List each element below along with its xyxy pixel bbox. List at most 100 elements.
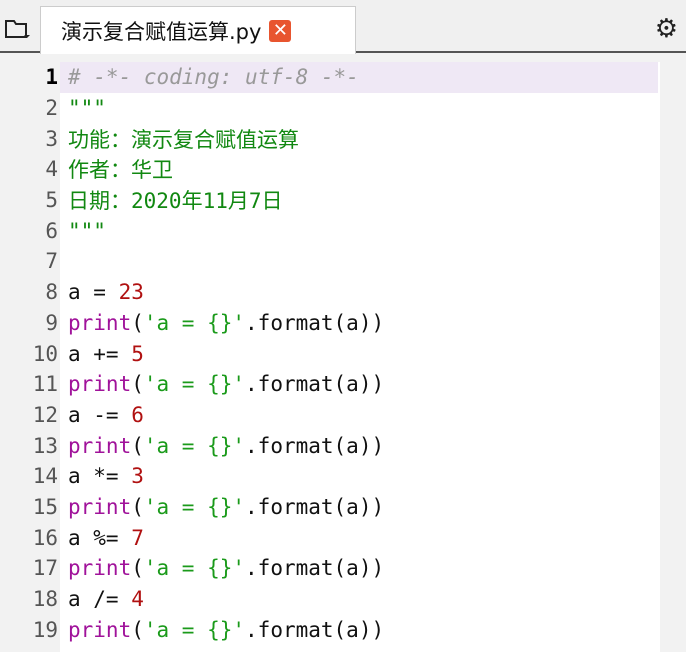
code-token: """ bbox=[68, 218, 106, 243]
line-code: print('a = {}' .format(a)) bbox=[60, 492, 658, 523]
code-token: a -= bbox=[68, 402, 132, 427]
code-line[interactable]: 9 print('a = {}' .format(a)) bbox=[0, 308, 686, 339]
code-token: .format(a)) bbox=[245, 494, 385, 519]
code-line[interactable]: 14 a *= 3 bbox=[0, 461, 686, 492]
code-line[interactable]: 8a = 23 bbox=[0, 277, 686, 308]
folder-icon[interactable] bbox=[4, 18, 30, 40]
code-token: a /= bbox=[68, 587, 132, 612]
code-line[interactable]: 10 a += 5 bbox=[0, 338, 686, 369]
code-token: ( bbox=[131, 433, 144, 458]
line-number: 6 bbox=[45, 218, 58, 243]
code-token: ( bbox=[131, 310, 144, 335]
code-line[interactable]: 11 print('a = {}' .format(a)) bbox=[0, 369, 686, 400]
tab-label: 演示复合赋值运算.py bbox=[61, 19, 262, 44]
gear-icon[interactable]: ⚙ bbox=[655, 14, 678, 44]
code-token: a *= bbox=[68, 464, 132, 489]
code-token: .format(a)) bbox=[245, 556, 385, 581]
line-code: """ bbox=[60, 93, 658, 124]
code-token: 23 bbox=[118, 280, 144, 305]
line-code: """ bbox=[60, 215, 658, 246]
line-number: 16 bbox=[32, 525, 58, 550]
code-token: print bbox=[68, 372, 132, 397]
line-code: print('a = {}' .format(a)) bbox=[60, 308, 658, 339]
code-token: 'a = {}' bbox=[143, 433, 246, 458]
line-code: 日期：2020年11月7日 bbox=[60, 185, 658, 216]
code-line[interactable]: 12 a -= 6 bbox=[0, 400, 686, 431]
line-code: 作者：华卫 bbox=[60, 154, 658, 185]
code-token: 'a = {}' bbox=[143, 372, 246, 397]
code-token: 7 bbox=[131, 525, 144, 550]
line-number: 7 bbox=[45, 249, 58, 274]
line-code: a += 5 bbox=[60, 338, 658, 369]
code-line[interactable]: 1 # -*- coding: utf-8 -*- bbox=[0, 62, 686, 93]
line-number: 17 bbox=[32, 556, 58, 581]
code-token: print bbox=[68, 556, 132, 581]
code-token: print bbox=[68, 617, 132, 642]
code-line[interactable]: 17 print('a = {}' .format(a)) bbox=[0, 553, 686, 584]
code-token: .format(a)) bbox=[245, 310, 385, 335]
code-token: print bbox=[68, 310, 132, 335]
code-line[interactable]: 2 """ bbox=[0, 93, 686, 124]
line-number: 1 bbox=[45, 65, 58, 90]
code-token: ( bbox=[131, 617, 144, 642]
code-line[interactable]: 15 print('a = {}' .format(a)) bbox=[0, 492, 686, 523]
code-token: 'a = {}' bbox=[143, 494, 246, 519]
code-lines: 1 # -*- coding: utf-8 -*- 2 """ 3 功能：演示复合赋值运算… bbox=[0, 62, 686, 645]
line-number: 11 bbox=[32, 372, 58, 397]
code-token: 'a = {}' bbox=[143, 617, 246, 642]
line-code: a -= 6 bbox=[60, 400, 658, 431]
code-line[interactable]: 13 print('a = {}' .format(a)) bbox=[0, 430, 686, 461]
code-token: 功能：演示复合赋值运算 bbox=[68, 127, 299, 152]
code-line[interactable]: 6 """ bbox=[0, 215, 686, 246]
code-token: print bbox=[68, 494, 132, 519]
line-code: a *= 3 bbox=[60, 461, 658, 492]
code-token: ( bbox=[131, 372, 144, 397]
line-code: a %= 7 bbox=[60, 522, 658, 553]
line-number: 2 bbox=[45, 96, 58, 121]
line-code: print('a = {}' .format(a)) bbox=[60, 430, 658, 461]
code-token: 4 bbox=[131, 587, 144, 612]
code-line[interactable]: 3 功能：演示复合赋值运算 bbox=[0, 123, 686, 154]
line-number: 12 bbox=[32, 402, 58, 427]
code-line[interactable]: 5 日期：2020年11月7日 bbox=[0, 185, 686, 216]
code-token: # -*- coding: utf-8 -*- bbox=[68, 65, 359, 90]
code-token: a %= bbox=[68, 525, 132, 550]
line-code: a /= 4 bbox=[60, 584, 658, 615]
line-number: 3 bbox=[45, 126, 58, 151]
line-number: 14 bbox=[32, 464, 58, 489]
code-token: .format(a)) bbox=[245, 372, 385, 397]
line-code: 功能：演示复合赋值运算 bbox=[60, 123, 658, 154]
code-line[interactable]: 7 bbox=[0, 246, 686, 277]
code-token: a += bbox=[68, 341, 132, 366]
line-code: print('a = {}' .format(a)) bbox=[60, 553, 658, 584]
code-token: 作者：华卫 bbox=[68, 158, 173, 183]
line-code: # -*- coding: utf-8 -*- bbox=[60, 62, 658, 93]
line-number: 4 bbox=[45, 157, 58, 182]
line-number: 10 bbox=[32, 341, 58, 366]
code-token: 'a = {}' bbox=[143, 310, 246, 335]
code-token: a = bbox=[68, 280, 119, 305]
code-token: 6 bbox=[131, 402, 144, 427]
code-token: 日期：2020年11月7日 bbox=[68, 189, 283, 214]
line-number: 13 bbox=[32, 433, 58, 458]
code-line[interactable]: 16 a %= 7 bbox=[0, 522, 686, 553]
tab-bar: 演示复合赋值运算.py ✕ ⚙ bbox=[0, 0, 686, 54]
code-token: .format(a)) bbox=[245, 617, 385, 642]
code-line[interactable]: 19 print('a = {}' .format(a)) bbox=[0, 614, 686, 645]
close-icon[interactable]: ✕ bbox=[269, 19, 292, 42]
line-number: 5 bbox=[45, 188, 58, 213]
code-token: ( bbox=[131, 494, 144, 519]
code-token: print bbox=[68, 433, 132, 458]
tab-file[interactable]: 演示复合赋值运算.py ✕ bbox=[40, 6, 356, 54]
line-number: 19 bbox=[32, 617, 58, 642]
line-code: print('a = {}' .format(a)) bbox=[60, 369, 658, 400]
line-code: print('a = {}' .format(a)) bbox=[60, 614, 658, 645]
line-number: 8 bbox=[45, 280, 58, 305]
code-token: """ bbox=[68, 96, 106, 121]
code-token: .format(a)) bbox=[245, 433, 385, 458]
code-line[interactable]: 18 a /= 4 bbox=[0, 584, 686, 615]
code-line[interactable]: 4 作者：华卫 bbox=[0, 154, 686, 185]
line-number: 15 bbox=[32, 494, 58, 519]
code-token: 'a = {}' bbox=[143, 556, 246, 581]
line-code: a = 23 bbox=[60, 277, 658, 308]
